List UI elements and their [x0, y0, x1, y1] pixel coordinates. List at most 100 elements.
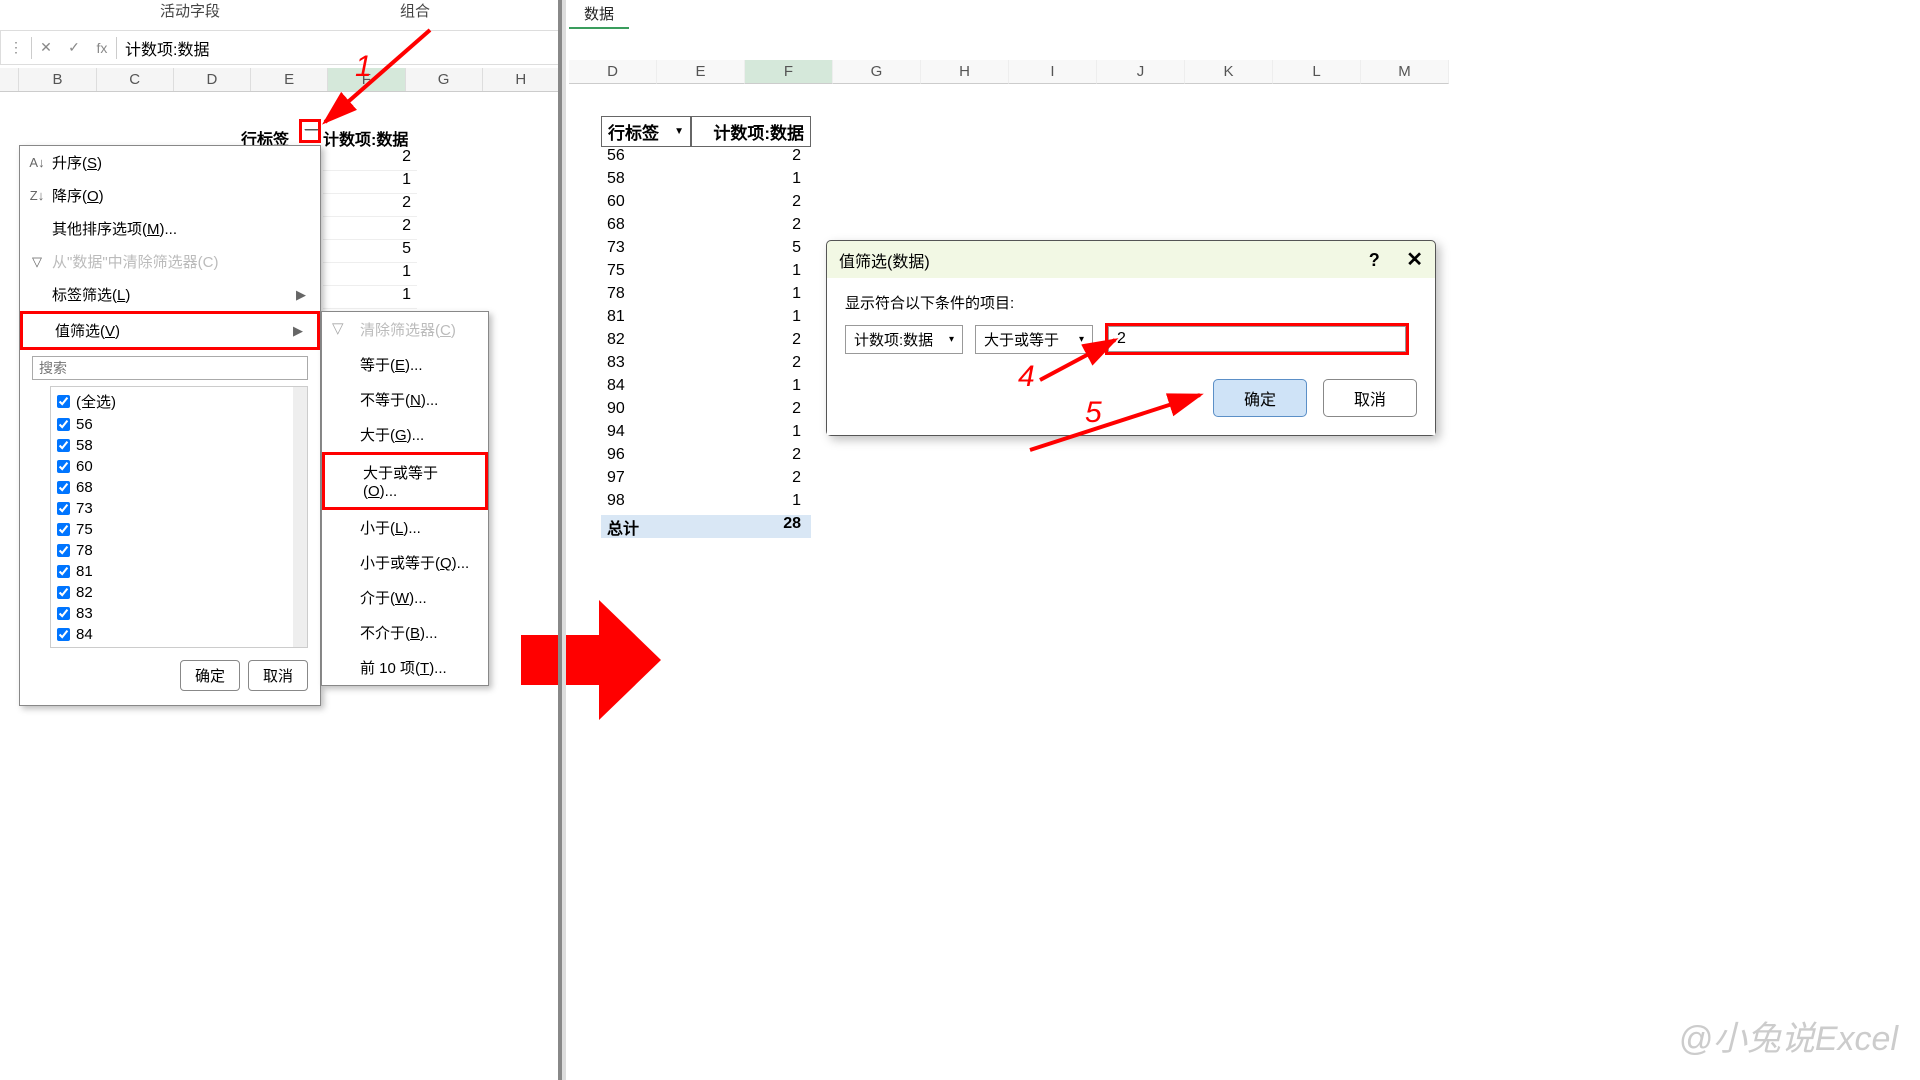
pivot-row: 981	[601, 492, 811, 515]
filter-item[interactable]: 56	[51, 414, 307, 435]
col-header[interactable]: K	[1185, 60, 1273, 84]
checkbox[interactable]	[57, 439, 70, 452]
pivot-row: 962	[601, 446, 811, 469]
pivot-total-row: 总计 28	[601, 515, 811, 538]
value-filter[interactable]: 值筛选(V)▶	[20, 311, 320, 350]
filter-checkbox-list[interactable]: (全选) 56 58 60 68 73 75 78 81 82 83 84 90…	[50, 386, 308, 648]
sort-asc[interactable]: A↓升序(S)	[20, 146, 320, 179]
col-header-H[interactable]: H	[483, 68, 560, 91]
checkbox[interactable]	[57, 607, 70, 620]
scrollbar[interactable]	[293, 387, 307, 647]
filter-item[interactable]: 90	[51, 645, 307, 648]
col-header-blank[interactable]	[0, 68, 19, 91]
pivot-row-key: 81	[601, 308, 691, 331]
fx-icon[interactable]: fx	[88, 40, 116, 56]
col-header-B[interactable]: B	[19, 68, 96, 91]
col-header[interactable]: L	[1273, 60, 1361, 84]
submenu-eq[interactable]: 等于(E)...	[322, 347, 488, 382]
checkbox[interactable]	[57, 502, 70, 515]
submenu-gte[interactable]: 大于或等于(O)...	[322, 452, 488, 510]
checkbox[interactable]	[57, 565, 70, 578]
filter-item[interactable]: 75	[51, 519, 307, 540]
col-header-C[interactable]: C	[97, 68, 174, 91]
row-label-filter-button[interactable]	[299, 119, 321, 143]
submenu-lt[interactable]: 小于(L)...	[322, 510, 488, 545]
pivot-row-key: 98	[601, 492, 691, 515]
checkbox[interactable]	[57, 628, 70, 641]
filter-item[interactable]: 60	[51, 456, 307, 477]
formula-bar: ⋮ ✕ ✓ fx 计数项:数据	[0, 30, 560, 65]
col-header-D[interactable]: D	[174, 68, 251, 91]
col-header[interactable]: H	[921, 60, 1009, 84]
col-header[interactable]: F	[745, 60, 833, 84]
col-header[interactable]: I	[1009, 60, 1097, 84]
dialog-ok-button[interactable]: 确定	[1213, 379, 1307, 417]
filter-item[interactable]: 68	[51, 477, 307, 498]
pivot-row-key: 73	[601, 239, 691, 262]
col-header[interactable]: J	[1097, 60, 1185, 84]
label-filter[interactable]: 标签筛选(L)▶	[20, 278, 320, 311]
col-header[interactable]: M	[1361, 60, 1449, 84]
pivot-count-header: 计数项:数据	[691, 116, 811, 147]
dialog-cancel-button[interactable]: 取消	[1323, 379, 1417, 417]
filter-search-input[interactable]	[32, 356, 308, 380]
checkbox[interactable]	[57, 544, 70, 557]
filter-item-select-all[interactable]: (全选)	[51, 389, 307, 414]
formula-value[interactable]: 计数项:数据	[117, 36, 209, 60]
pivot-row-value: 1	[691, 285, 811, 308]
filter-ok-button[interactable]: 确定	[180, 660, 240, 691]
filter-item[interactable]: 78	[51, 540, 307, 561]
chevron-down-icon[interactable]: ▼	[674, 126, 684, 137]
sort-desc[interactable]: Z↓降序(O)	[20, 179, 320, 212]
checkbox[interactable]	[57, 460, 70, 473]
checkbox[interactable]	[57, 523, 70, 536]
sort-other[interactable]: 其他排序选项(M)...	[20, 212, 320, 245]
pivot-row-key: 97	[601, 469, 691, 492]
pivot-row-label-header[interactable]: 行标签▼	[601, 116, 691, 147]
checkbox[interactable]	[57, 418, 70, 431]
submenu-between[interactable]: 介于(W)...	[322, 580, 488, 615]
pivot-row-value: 2	[691, 147, 811, 170]
right-top-tab[interactable]: 数据	[569, 0, 629, 29]
checkbox[interactable]	[57, 586, 70, 599]
pivot-row-value: 2	[691, 331, 811, 354]
filter-item[interactable]: 73	[51, 498, 307, 519]
submenu-neq[interactable]: 不等于(N)...	[322, 382, 488, 417]
filter-item[interactable]: 58	[51, 435, 307, 456]
dialog-help-icon[interactable]: ?	[1369, 250, 1380, 270]
col-header[interactable]: G	[833, 60, 921, 84]
pivot-row-key: 58	[601, 170, 691, 193]
filter-cancel-button[interactable]: 取消	[248, 660, 308, 691]
checkbox[interactable]	[57, 481, 70, 494]
operator-select[interactable]: 大于或等于▾	[975, 325, 1093, 354]
value-filter-submenu: ▽清除筛选器(C) 等于(E)... 不等于(N)... 大于(G)... 大于…	[321, 311, 489, 686]
submenu-lte[interactable]: 小于或等于(Q)...	[322, 545, 488, 580]
dialog-close-icon[interactable]: ✕	[1406, 249, 1423, 271]
filter-item[interactable]: 84	[51, 624, 307, 645]
filter-item[interactable]: 82	[51, 582, 307, 603]
col-header[interactable]: D	[569, 60, 657, 84]
pivot-row-key: 90	[601, 400, 691, 423]
filter-item[interactable]: 81	[51, 561, 307, 582]
cell-ref-dots-icon[interactable]: ⋮	[1, 39, 31, 56]
submenu-nbetween[interactable]: 不介于(B)...	[322, 615, 488, 650]
left-pivot-values: 2 1 2 2 5 1 1 1	[323, 148, 417, 332]
chevron-right-icon: ▶	[296, 287, 306, 303]
formula-cancel-icon[interactable]: ✕	[32, 39, 60, 56]
pivot-row-key: 56	[601, 147, 691, 170]
pivot-row-key: 96	[601, 446, 691, 469]
checkbox[interactable]	[57, 395, 70, 408]
formula-confirm-icon[interactable]: ✓	[60, 39, 88, 56]
pivot-row: 832	[601, 354, 811, 377]
filter-item[interactable]: 83	[51, 603, 307, 624]
col-header[interactable]: E	[657, 60, 745, 84]
col-header-G[interactable]: G	[406, 68, 483, 91]
field-select[interactable]: 计数项:数据▾	[845, 325, 963, 354]
submenu-clear: ▽清除筛选器(C)	[322, 312, 488, 347]
submenu-gt[interactable]: 大于(G)...	[322, 417, 488, 452]
filter-search	[32, 356, 308, 380]
pivot-row: 972	[601, 469, 811, 492]
filter-value-input[interactable]	[1108, 326, 1406, 352]
submenu-top10[interactable]: 前 10 项(T)...	[322, 650, 488, 685]
col-header-E[interactable]: E	[251, 68, 328, 91]
